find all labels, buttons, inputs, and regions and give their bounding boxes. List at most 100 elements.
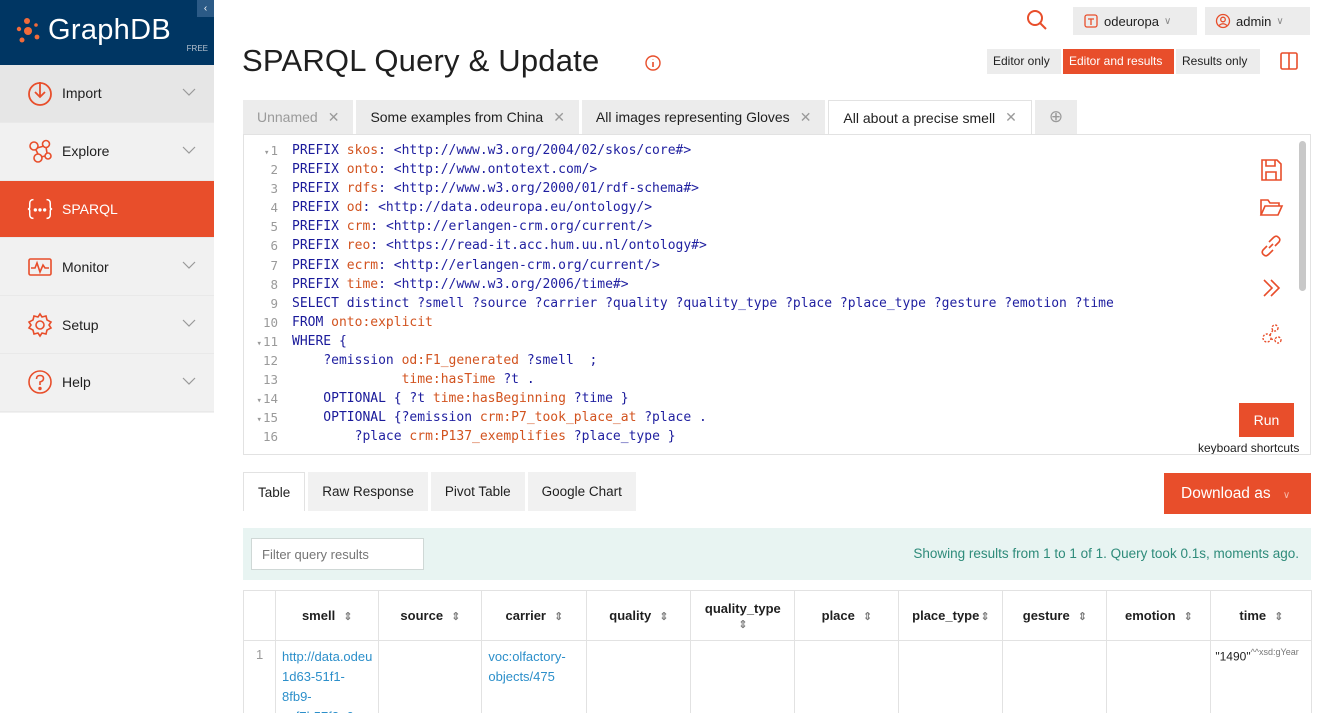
layout-columns-icon[interactable] bbox=[1279, 51, 1299, 71]
code-line[interactable]: 10 FROM onto:explicit bbox=[244, 313, 1114, 332]
code-text: PREFIX onto: <http://www.ontotext.com/> bbox=[292, 162, 598, 178]
code-line[interactable]: 8 PREFIX time: <http://www.w3.org/2006/ti… bbox=[244, 275, 1114, 294]
view-results-only-button[interactable]: Results only bbox=[1176, 49, 1260, 74]
column-header-quality-type[interactable]: quality_type ⇕ bbox=[690, 590, 796, 641]
column-header-carrier[interactable]: carrier ⇕ bbox=[481, 590, 588, 641]
sort-icon[interactable]: ⇕ bbox=[738, 619, 747, 631]
sort-icon[interactable]: ⇕ bbox=[343, 611, 352, 623]
sidebar-item-help[interactable]: Help bbox=[0, 354, 214, 412]
sidebar-item-sparql[interactable]: SPARQL bbox=[0, 180, 214, 239]
sidebar-item-monitor[interactable]: Monitor bbox=[0, 238, 214, 297]
close-icon[interactable]: ✕ bbox=[553, 109, 565, 126]
tab-table[interactable]: Table bbox=[243, 472, 306, 511]
expand-icon[interactable] bbox=[1258, 275, 1284, 301]
sort-icon[interactable]: ⇕ bbox=[980, 611, 989, 623]
query-tab[interactable]: Unnamed ✕ bbox=[243, 100, 354, 134]
chevron-down-icon bbox=[182, 146, 196, 154]
time-datatype: ^^xsd:gYear bbox=[1250, 647, 1299, 657]
link-icon[interactable] bbox=[1258, 233, 1284, 259]
code-line[interactable]: 7 PREFIX ecrm: <http://erlangen-crm.org/c… bbox=[244, 256, 1114, 275]
column-header-place-type[interactable]: place_type⇕ bbox=[898, 590, 1004, 641]
tab-pivot-table[interactable]: Pivot Table bbox=[430, 472, 525, 511]
sort-icon[interactable]: ⇕ bbox=[451, 611, 460, 623]
share-graph-icon[interactable] bbox=[1258, 321, 1284, 347]
column-header-smell[interactable]: smell ⇕ bbox=[274, 590, 380, 641]
info-icon[interactable] bbox=[644, 54, 662, 72]
code-line[interactable]: 13 time:hasTime ?t . bbox=[244, 370, 1114, 389]
code-text: SELECT distinct ?smell ?source ?carrier … bbox=[292, 295, 1114, 311]
logo[interactable]: GraphDB FREE ‹ bbox=[0, 0, 214, 65]
sidebar-item-label: Import bbox=[62, 85, 102, 102]
user-icon bbox=[1215, 13, 1231, 29]
repository-icon bbox=[1084, 14, 1098, 28]
repository-selector[interactable]: odeuropa ∨ bbox=[1073, 7, 1197, 35]
line-number: 6 bbox=[270, 238, 278, 254]
code-text: PREFIX reo: <https://read-it.acc.hum.uu.… bbox=[292, 238, 707, 254]
tab-google-chart[interactable]: Google Chart bbox=[527, 472, 636, 511]
search-icon[interactable] bbox=[1025, 8, 1049, 32]
column-header-quality[interactable]: quality ⇕ bbox=[586, 590, 692, 641]
line-number: 2 bbox=[270, 162, 278, 178]
code-line[interactable]: ▾11 WHERE { bbox=[244, 332, 1114, 351]
view-editor-and-results-button[interactable]: Editor and results bbox=[1063, 49, 1174, 74]
code-line[interactable]: 6 PREFIX reo: <https://read-it.acc.hum.uu… bbox=[244, 236, 1114, 255]
close-icon[interactable]: ✕ bbox=[800, 109, 812, 126]
sort-icon[interactable]: ⇕ bbox=[554, 611, 563, 623]
sort-icon[interactable]: ⇕ bbox=[863, 611, 872, 623]
view-editor-only-button[interactable]: Editor only bbox=[987, 49, 1061, 74]
page-title: SPARQL Query & Update bbox=[242, 43, 600, 78]
sidebar-item-import[interactable]: Import bbox=[0, 65, 214, 123]
open-folder-icon[interactable] bbox=[1258, 195, 1284, 221]
close-icon[interactable]: ✕ bbox=[1005, 109, 1017, 126]
code-line[interactable]: 3 PREFIX rdfs: <http://www.w3.org/2000/01… bbox=[244, 179, 1114, 198]
code-line[interactable]: 12 ?emission od:F1_generated ?smell ; bbox=[244, 351, 1114, 370]
column-header-gesture[interactable]: gesture ⇕ bbox=[1002, 590, 1108, 641]
tab-raw-response[interactable]: Raw Response bbox=[308, 472, 428, 511]
help-icon bbox=[26, 368, 54, 396]
sort-icon[interactable]: ⇕ bbox=[1274, 611, 1283, 623]
download-as-button[interactable]: Download as ∨ bbox=[1164, 473, 1311, 514]
edition-badge: FREE bbox=[186, 44, 208, 53]
column-header-emotion[interactable]: emotion ⇕ bbox=[1106, 590, 1212, 641]
filter-results-input[interactable] bbox=[251, 538, 424, 570]
code-line[interactable]: ▾1 PREFIX skos: <http://www.w3.org/2004/0… bbox=[244, 141, 1114, 160]
cell-carrier: voc:olfactory- objects/475 bbox=[481, 640, 588, 713]
column-header-place[interactable]: place ⇕ bbox=[794, 590, 900, 641]
run-button[interactable]: Run bbox=[1239, 403, 1294, 437]
code-text: PREFIX rdfs: <http://www.w3.org/2000/01/… bbox=[292, 181, 700, 197]
keyboard-shortcuts-link[interactable]: keyboard shortcuts bbox=[1198, 441, 1299, 454]
editor-scrollbar[interactable] bbox=[1299, 141, 1306, 291]
save-icon[interactable] bbox=[1258, 157, 1284, 183]
query-tab-active[interactable]: All about a precise smell ✕ bbox=[828, 100, 1032, 134]
add-tab-icon[interactable]: ⊕ bbox=[1034, 100, 1078, 134]
column-header-time[interactable]: time ⇕ bbox=[1210, 590, 1313, 641]
column-label: carrier bbox=[505, 608, 546, 623]
sort-icon[interactable]: ⇕ bbox=[1078, 611, 1087, 623]
code-line[interactable]: 5 PREFIX crm: <http://erlangen-crm.org/cu… bbox=[244, 217, 1114, 236]
sort-icon[interactable]: ⇕ bbox=[659, 611, 668, 623]
query-tab[interactable]: Some examples from China ✕ bbox=[356, 100, 579, 134]
query-tab-label: All about a precise smell bbox=[843, 109, 996, 126]
code-line[interactable]: 2 PREFIX onto: <http://www.ontotext.com/> bbox=[244, 160, 1114, 179]
sort-icon[interactable]: ⇕ bbox=[1184, 611, 1193, 623]
code-line[interactable]: ▾15 OPTIONAL {?emission crm:P7_took_plac… bbox=[244, 408, 1114, 427]
column-label: quality bbox=[609, 608, 652, 623]
query-tab-label: All images representing Gloves bbox=[595, 109, 790, 125]
carrier-link[interactable]: voc:olfactory- objects/475 bbox=[488, 649, 565, 684]
chevron-left-icon[interactable]: ‹ bbox=[197, 0, 214, 17]
code-line[interactable]: 4 PREFIX od: <http://data.odeuropa.eu/ont… bbox=[244, 198, 1114, 217]
code-line[interactable]: 9 SELECT distinct ?smell ?source ?carrier… bbox=[244, 294, 1114, 313]
code-area[interactable]: ▾1 PREFIX skos: <http://www.w3.org/2004/0… bbox=[244, 141, 1114, 447]
query-tab[interactable]: All images representing Gloves ✕ bbox=[581, 100, 826, 134]
code-line[interactable]: ▾14 OPTIONAL { ?t time:hasBeginning ?tim… bbox=[244, 389, 1114, 408]
code-line[interactable]: 16 ?place crm:P137_exemplifies ?place_ty… bbox=[244, 427, 1114, 446]
close-icon[interactable]: ✕ bbox=[328, 109, 340, 126]
query-editor[interactable]: ▾1 PREFIX skos: <http://www.w3.org/2004/0… bbox=[243, 134, 1311, 455]
sidebar-item-explore[interactable]: Explore bbox=[0, 123, 214, 181]
sidebar-item-setup[interactable]: Setup bbox=[0, 296, 214, 354]
smell-link[interactable]: http://data.odeu 1d63-51f1-8fb9- acf7b57… bbox=[282, 649, 372, 713]
line-number: 7 bbox=[270, 257, 278, 273]
user-menu[interactable]: admin ∨ bbox=[1205, 7, 1310, 35]
column-header-source[interactable]: source ⇕ bbox=[378, 590, 483, 641]
line-number: 16 bbox=[262, 429, 278, 445]
